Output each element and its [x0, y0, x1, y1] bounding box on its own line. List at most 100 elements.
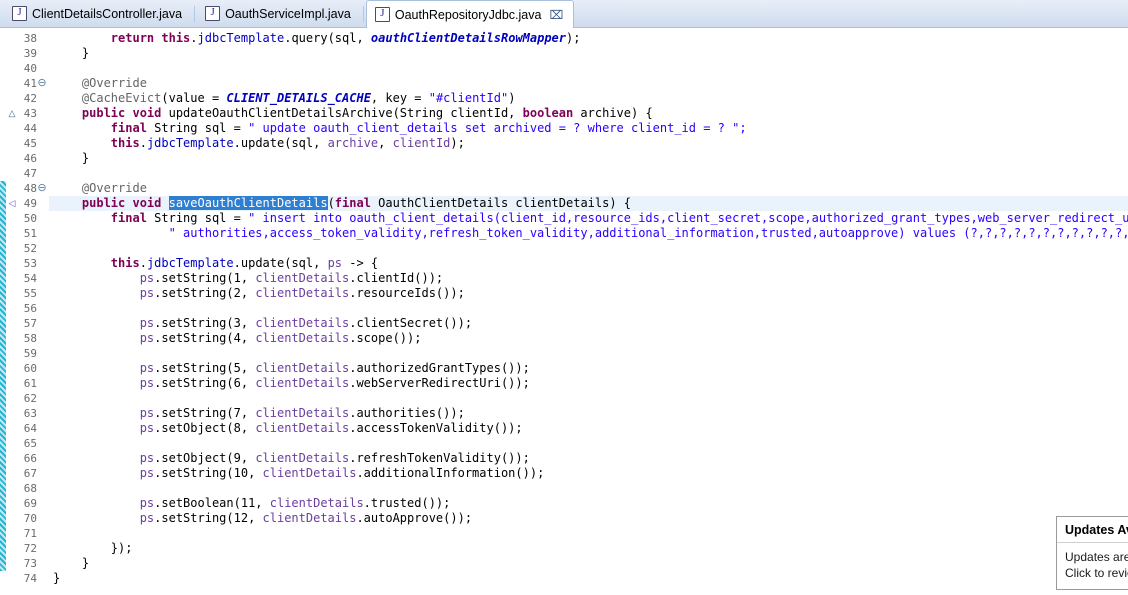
line-number: 74	[23, 572, 37, 585]
code-line[interactable]: final String sql = " update oauth_client…	[48, 121, 1128, 136]
line-number: 56	[23, 302, 37, 315]
code-token: ps	[139, 286, 155, 300]
code-line[interactable]: final String sql = " insert into oauth_c…	[48, 211, 1128, 226]
code-line[interactable]	[48, 301, 1128, 316]
java-source-editor[interactable]: 38 39 40 41 ⊖ 42 43 △ 44 45 46 47 48 ⊖ 49 ◁ 50 51 52 53 54 55…	[0, 28, 1128, 595]
code-line[interactable]: ps.setString(10, clientDetails.additiona…	[48, 466, 1128, 481]
code-line[interactable]: ps.setString(1, clientDetails.clientId()…	[48, 271, 1128, 286]
code-line[interactable]: this.jdbcTemplate.update(sql, archive, c…	[48, 136, 1128, 151]
code-line[interactable]: ps.setString(12, clientDetails.autoAppro…	[48, 511, 1128, 526]
code-token: clientDetails	[255, 361, 350, 375]
code-line[interactable]: return this.jdbcTemplate.query(sql, oaut…	[48, 31, 1128, 46]
code-line[interactable]: @CacheEvict(value = CLIENT_DETAILS_CACHE…	[48, 91, 1128, 106]
code-line[interactable]	[48, 436, 1128, 451]
java-file-icon	[374, 6, 390, 22]
code-token: String sql =	[154, 211, 249, 225]
code-line[interactable]: this.jdbcTemplate.update(sql, ps -> {	[48, 256, 1128, 271]
code-token: ps	[139, 316, 155, 330]
code-line[interactable]: @Override	[48, 181, 1128, 196]
code-area[interactable]: return this.jdbcTemplate.query(sql, oaut…	[48, 28, 1128, 595]
code-token: .setString(1,	[154, 271, 256, 285]
close-icon[interactable]: ⌧	[549, 9, 563, 21]
line-number: 69	[23, 497, 37, 510]
editor-tab-label: ClientDetailsController.java	[32, 6, 183, 21]
override-method-marker-icon[interactable]: △	[6, 106, 18, 121]
editor-tab-oauthrepositoryjdbc[interactable]: OauthRepositoryJdbc.java ⌧	[365, 0, 575, 28]
code-fold-toggle-icon[interactable]: ⊖	[36, 76, 48, 91]
code-line[interactable]: ps.setString(5, clientDetails.authorized…	[48, 361, 1128, 376]
code-line[interactable]: " authorities,access_token_validity,refr…	[48, 226, 1128, 241]
notification-line-2[interactable]: Click to review.	[1065, 565, 1128, 581]
code-token: final	[110, 211, 155, 225]
code-token: .setString(3,	[154, 316, 256, 330]
code-token: );	[450, 136, 465, 150]
code-token: clientDetails	[262, 466, 357, 480]
editor-tab-oauthserviceimpl[interactable]: OauthServiceImpl.java	[197, 0, 361, 27]
line-number: 40	[23, 62, 37, 75]
code-line[interactable]: public void saveOauthClientDetails(final…	[48, 196, 1128, 211]
code-token: @CacheEvict	[81, 91, 162, 105]
code-line[interactable]	[48, 241, 1128, 256]
code-token: .	[190, 31, 198, 45]
code-line[interactable]	[48, 61, 1128, 76]
code-token: final	[110, 121, 155, 135]
code-line[interactable]: ps.setString(7, clientDetails.authoritie…	[48, 406, 1128, 421]
code-token: .setString(2,	[154, 286, 256, 300]
code-line[interactable]: public void updateOauthClientDetailsArch…	[48, 106, 1128, 121]
code-line[interactable]	[48, 526, 1128, 541]
code-line[interactable]: ps.setObject(8, clientDetails.accessToke…	[48, 421, 1128, 436]
notification-line-1: Updates are available.	[1065, 550, 1128, 564]
code-line[interactable]: }	[48, 556, 1128, 571]
editor-tab-clientdetailscontroller[interactable]: ClientDetailsController.java	[4, 0, 192, 27]
code-line[interactable]: ps.setObject(9, clientDetails.refreshTok…	[48, 451, 1128, 466]
code-line[interactable]: });	[48, 541, 1128, 556]
code-token: return	[110, 31, 162, 45]
code-line[interactable]: ps.setString(4, clientDetails.scope());	[48, 331, 1128, 346]
code-token: updateOauthClientDetailsArchive(String c…	[168, 106, 523, 120]
code-token: .authorities());	[349, 406, 465, 420]
line-number: 60	[23, 362, 37, 375]
code-line[interactable]: ps.setBoolean(11, clientDetails.trusted(…	[48, 496, 1128, 511]
updates-available-notification[interactable]: Updates Available Updates are available.…	[1056, 516, 1128, 590]
code-token: .clientId());	[349, 271, 444, 285]
code-line[interactable]	[48, 481, 1128, 496]
line-number: 50	[23, 212, 37, 225]
code-token: clientDetails	[255, 271, 350, 285]
code-fold-toggle-icon[interactable]: ⊖	[36, 181, 48, 196]
code-token: final	[334, 196, 379, 210]
code-token: -> {	[342, 256, 379, 270]
code-token: .	[139, 256, 147, 270]
changed-line-marker-icon[interactable]: ◁	[6, 196, 18, 211]
code-token: .authorizedGrantTypes());	[349, 361, 530, 375]
code-line[interactable]	[48, 166, 1128, 181]
code-token: jdbcTemplate	[146, 256, 234, 270]
code-token: clientDetails	[255, 421, 350, 435]
code-token: clientDetails	[262, 511, 357, 525]
code-line[interactable]	[48, 391, 1128, 406]
code-token: }	[81, 46, 90, 60]
code-token: boolean	[522, 106, 581, 120]
code-line[interactable]: ps.setString(6, clientDetails.webServerR…	[48, 376, 1128, 391]
code-token: .accessTokenValidity());	[349, 421, 523, 435]
code-token: .additionalInformation());	[356, 466, 545, 480]
code-line[interactable]: }	[48, 151, 1128, 166]
code-line[interactable]: }	[48, 571, 1128, 586]
code-token: this	[161, 31, 191, 45]
code-token: clientDetails	[255, 331, 350, 345]
code-line[interactable]: }	[48, 46, 1128, 61]
code-line[interactable]: ps.setString(2, clientDetails.resourceId…	[48, 286, 1128, 301]
line-number-gutter[interactable]: 38 39 40 41 ⊖ 42 43 △ 44 45 46 47 48 ⊖ 49 ◁ 50 51 52 53 54 55…	[0, 28, 49, 595]
code-line[interactable]: ps.setString(3, clientDetails.clientSecr…	[48, 316, 1128, 331]
code-line[interactable]: @Override	[48, 76, 1128, 91]
code-line[interactable]	[48, 346, 1128, 361]
line-number: 70	[23, 512, 37, 525]
